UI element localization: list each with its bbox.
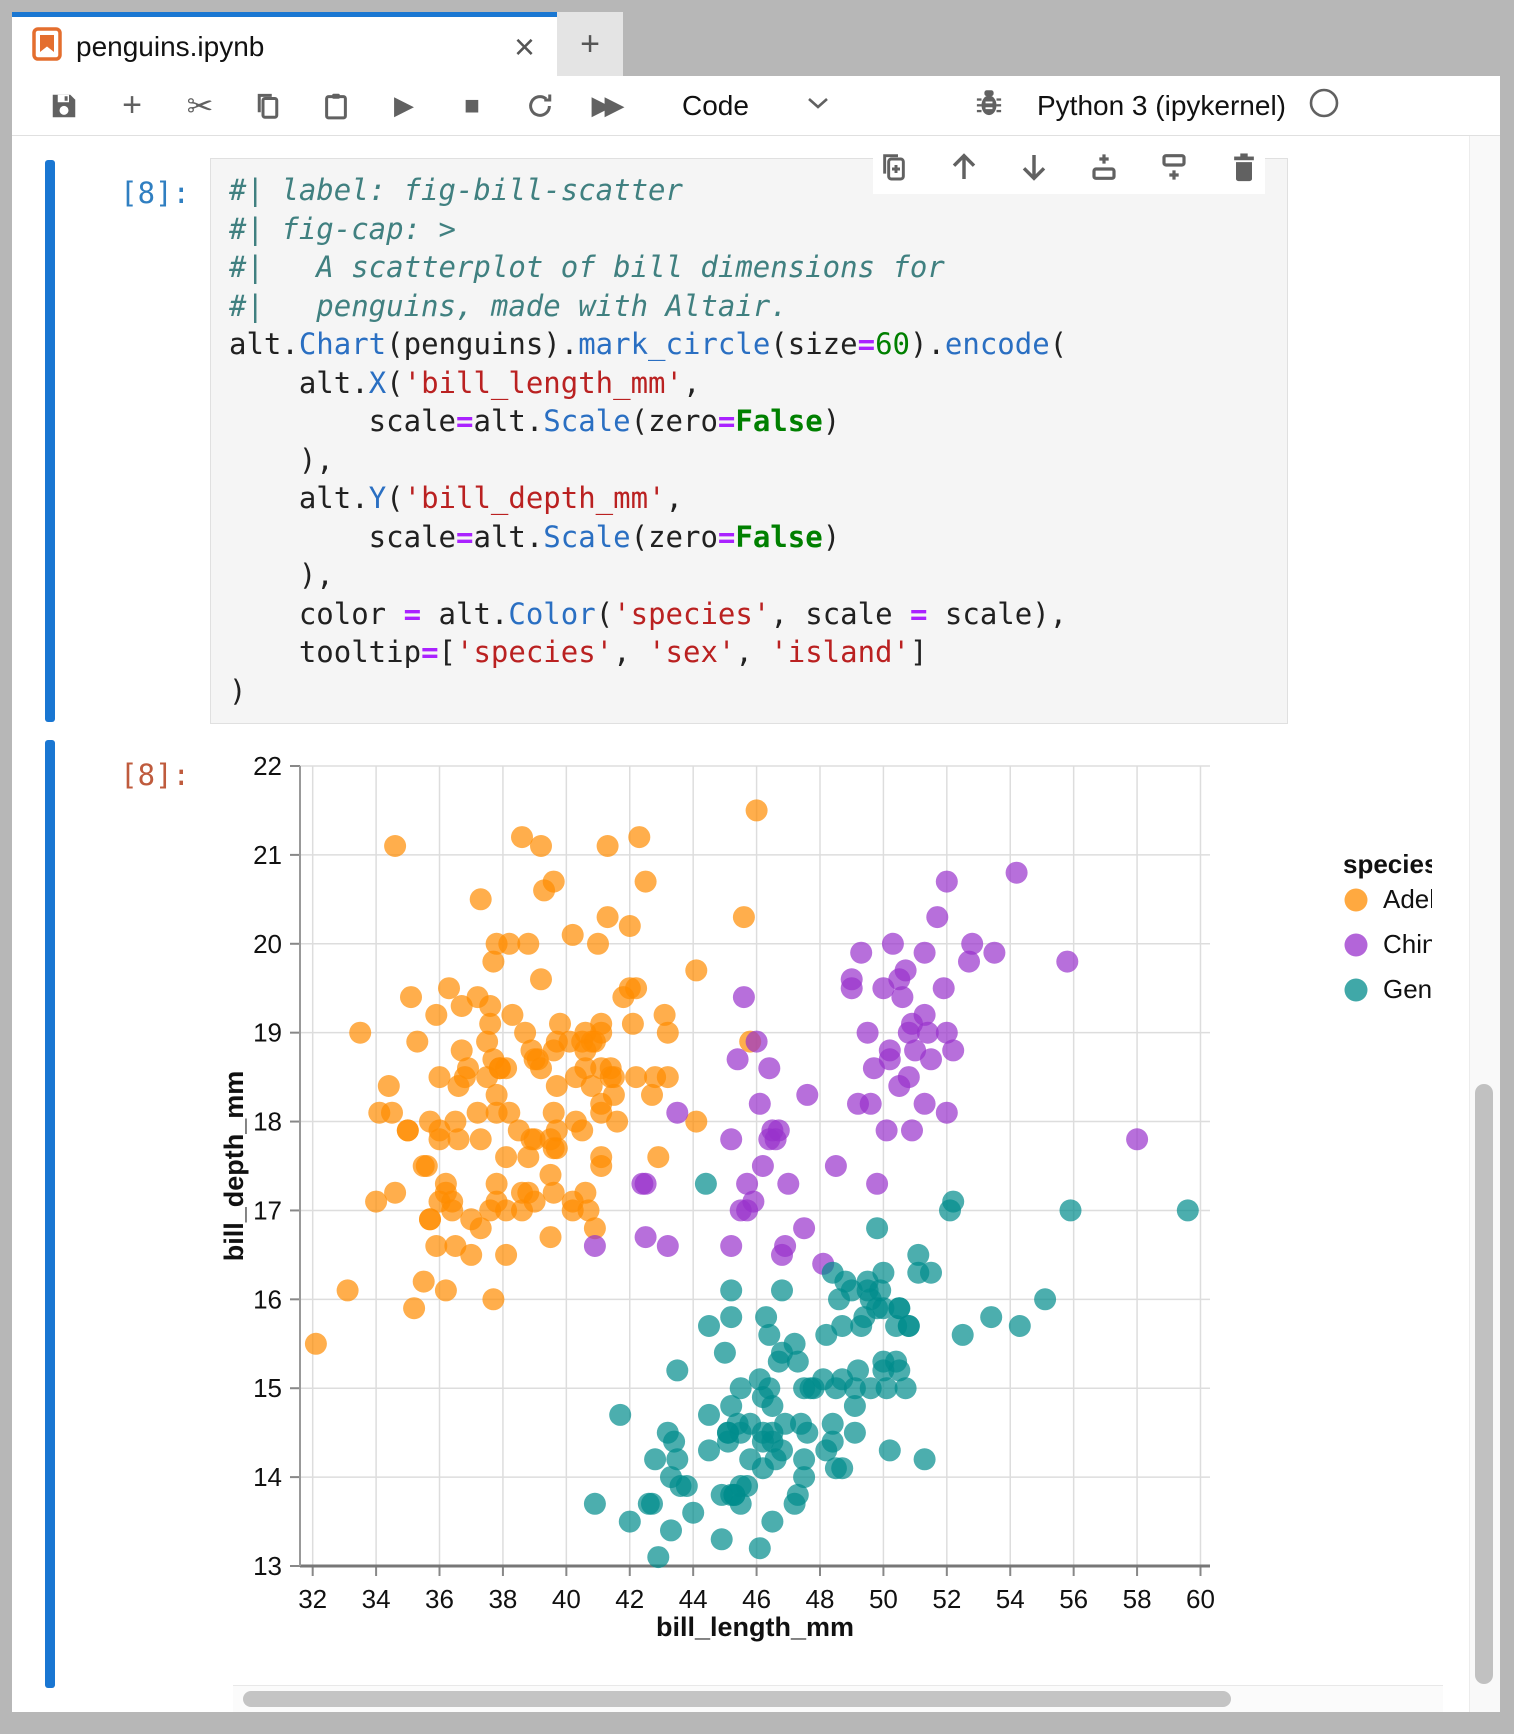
svg-text:19: 19 — [253, 1018, 282, 1048]
paste-cells-button[interactable] — [320, 90, 352, 122]
move-cell-up-button[interactable] — [947, 152, 981, 186]
insert-cell-above-icon — [1088, 151, 1120, 188]
svg-text:14: 14 — [253, 1462, 282, 1492]
save-icon — [49, 91, 79, 121]
svg-text:Adelie: Adelie — [1383, 884, 1432, 914]
tab-close-icon[interactable]: × — [510, 29, 539, 65]
svg-text:20: 20 — [253, 929, 282, 959]
cut-cells-icon: ✂ — [187, 87, 214, 125]
save-button[interactable] — [48, 90, 80, 122]
svg-text:52: 52 — [932, 1584, 961, 1614]
notebook-icon — [32, 27, 62, 66]
output-collapser[interactable] — [45, 740, 55, 1688]
stop-icon: ■ — [464, 90, 480, 121]
svg-text:species: species — [1343, 849, 1432, 879]
svg-text:60: 60 — [1186, 1584, 1215, 1614]
code-block[interactable]: #| label: fig-bill-scatter#| fig-cap: >#… — [211, 159, 1287, 722]
svg-text:18: 18 — [253, 1107, 282, 1137]
notebook-content: [8]: #| label: fig-bill-scatter#| fig-ca… — [12, 136, 1500, 1712]
scatterplot: 32 34 36 38 40 42 44 46 48 50 52 54 56 58 60 13 14 15 16 17… — [215, 748, 1432, 1653]
svg-text:17: 17 — [253, 1195, 282, 1225]
interrupt-kernel-button[interactable]: ■ — [456, 90, 488, 122]
bug-icon[interactable] — [975, 88, 1003, 123]
svg-text:38: 38 — [488, 1584, 517, 1614]
kernel-idle-circle-icon[interactable] — [1308, 87, 1340, 124]
fast-forward-icon: ▶▶ — [592, 90, 625, 121]
code-cell-editor[interactable]: #| label: fig-bill-scatter#| fig-cap: >#… — [210, 158, 1288, 724]
tab-title: penguins.ipynb — [76, 31, 510, 63]
svg-text:58: 58 — [1123, 1584, 1152, 1614]
cell-type-dropdown[interactable]: Code — [682, 90, 829, 122]
delete-cell-button[interactable] — [1227, 152, 1261, 186]
svg-text:32: 32 — [298, 1584, 327, 1614]
insert-cell-below-icon — [1158, 151, 1190, 188]
svg-text:15: 15 — [253, 1373, 282, 1403]
run-icon: ▶ — [394, 90, 414, 121]
horizontal-scrollbar[interactable] — [233, 1685, 1443, 1712]
vertical-scrollbar[interactable] — [1469, 136, 1500, 1712]
svg-text:50: 50 — [869, 1584, 898, 1614]
svg-text:44: 44 — [679, 1584, 708, 1614]
notebook-toolbar: + ✂ ▶ ■ ▶▶ Code Python 3 (ipykernel) — [12, 76, 1500, 136]
restart-kernel-icon — [525, 91, 555, 121]
copy-cells-icon — [253, 91, 283, 121]
svg-text:34: 34 — [362, 1584, 391, 1614]
insert-cell-above-button[interactable] — [1087, 152, 1121, 186]
paste-cells-icon — [321, 91, 351, 121]
svg-text:bill_length_mm: bill_length_mm — [656, 1612, 854, 1642]
cell-type-value: Code — [682, 90, 749, 122]
input-prompt: [8]: — [80, 176, 190, 210]
restart-kernel-button[interactable] — [524, 90, 556, 122]
svg-text:21: 21 — [253, 840, 282, 870]
output-prompt: [8]: — [80, 758, 190, 792]
add-cell-icon: + — [122, 86, 142, 125]
restart-run-all-button[interactable]: ▶▶ — [592, 90, 624, 122]
run-cell-button[interactable]: ▶ — [388, 90, 420, 122]
svg-text:54: 54 — [996, 1584, 1025, 1614]
add-cell-button[interactable]: + — [116, 90, 148, 122]
svg-text:bill_depth_mm: bill_depth_mm — [219, 1071, 249, 1262]
svg-text:36: 36 — [425, 1584, 454, 1614]
chevron-down-icon — [807, 96, 829, 115]
arrow-down-icon — [1018, 151, 1050, 188]
svg-text:Chinstrap: Chinstrap — [1383, 929, 1432, 959]
duplicate-cell-button[interactable] — [877, 152, 911, 186]
arrow-up-icon — [948, 151, 980, 188]
duplicate-cell-icon — [878, 151, 910, 188]
svg-text:46: 46 — [742, 1584, 771, 1614]
cell-toolbar — [873, 144, 1265, 194]
tab-penguins-notebook[interactable]: penguins.ipynb × — [12, 12, 557, 76]
vertical-scrollbar-thumb[interactable] — [1475, 1084, 1493, 1684]
insert-cell-below-button[interactable] — [1157, 152, 1191, 186]
jupyterlab-window: penguins.ipynb × + + ✂ ▶ ■ ▶▶ Code Pytho… — [12, 12, 1500, 1712]
svg-text:42: 42 — [615, 1584, 644, 1614]
plus-icon: + — [580, 25, 600, 64]
svg-text:22: 22 — [253, 751, 282, 781]
input-collapser[interactable] — [45, 160, 55, 722]
svg-text:40: 40 — [552, 1584, 581, 1614]
svg-text:56: 56 — [1059, 1584, 1088, 1614]
new-tab-button[interactable]: + — [557, 12, 623, 76]
kernel-zone: Python 3 (ipykernel) — [975, 87, 1500, 124]
copy-cells-button[interactable] — [252, 90, 284, 122]
cut-cells-button[interactable]: ✂ — [184, 90, 216, 122]
output-chart: 32 34 36 38 40 42 44 46 48 50 52 54 56 58 60 13 14 15 16 17… — [215, 748, 1432, 1653]
svg-text:16: 16 — [253, 1284, 282, 1314]
svg-text:13: 13 — [253, 1551, 282, 1581]
tab-bar: penguins.ipynb × + — [12, 12, 1500, 76]
svg-text:48: 48 — [806, 1584, 835, 1614]
kernel-name[interactable]: Python 3 (ipykernel) — [1037, 90, 1286, 122]
horizontal-scrollbar-thumb[interactable] — [243, 1691, 1231, 1707]
svg-text:Gentoo: Gentoo — [1383, 974, 1432, 1004]
trash-icon — [1229, 151, 1259, 188]
move-cell-down-button[interactable] — [1017, 152, 1051, 186]
